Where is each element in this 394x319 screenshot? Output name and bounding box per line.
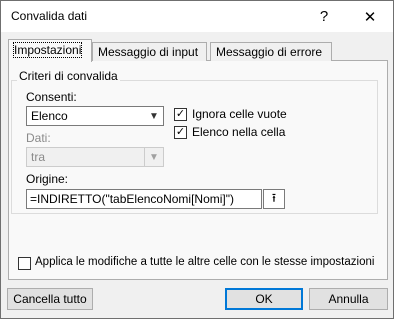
in-cell-dropdown-checkbox[interactable]: ✓ — [174, 126, 187, 139]
clear-all-button[interactable]: Cancella tutto — [7, 288, 93, 310]
cancel-label: Annulla — [328, 292, 369, 306]
allow-select[interactable]: Elenco ▼ — [26, 106, 164, 126]
range-select-icon: ⭱ — [271, 190, 277, 205]
validation-criteria-label: Criteri di convalida — [17, 69, 120, 83]
apply-all-checkbox[interactable] — [18, 257, 31, 270]
ok-label: OK — [255, 292, 273, 306]
chevron-down-icon: ▼ — [149, 110, 159, 122]
tab-input-message-label: Messaggio di input — [98, 45, 199, 59]
data-value: tra — [31, 150, 46, 164]
chevron-down-icon: ▼ — [144, 148, 163, 166]
close-icon: ✕ — [363, 8, 377, 26]
clear-all-label: Cancella tutto — [13, 292, 87, 306]
source-input[interactable]: =INDIRETTO("tabElencoNomi[Nomi]") — [26, 189, 262, 209]
data-validation-dialog: Convalida dati ? ✕ Impostazioni Messaggi… — [0, 0, 394, 319]
ignore-blank-checkbox[interactable]: ✓ — [174, 108, 187, 121]
allow-label: Consenti: — [26, 90, 77, 104]
cancel-button[interactable]: Annulla — [309, 288, 388, 310]
source-label: Origine: — [26, 172, 69, 186]
in-cell-dropdown-label: Elenco nella cella — [192, 125, 286, 139]
dialog-title: Convalida dati — [11, 9, 88, 23]
help-button[interactable]: ? — [301, 1, 347, 32]
apply-all-label: Applica le modifiche a tutte le altre ce… — [35, 256, 375, 268]
close-button[interactable]: ✕ — [347, 1, 393, 32]
allow-value: Elenco — [31, 109, 68, 123]
checkmark-icon: ✓ — [175, 126, 186, 138]
source-value: =INDIRETTO("tabElencoNomi[Nomi]") — [30, 192, 235, 206]
collapse-dialog-button[interactable]: ⭱ — [263, 189, 285, 209]
tab-settings-label: Impostazioni — [12, 42, 83, 58]
checkmark-icon: ✓ — [175, 108, 186, 120]
tab-error-message[interactable]: Messaggio di errore — [210, 42, 332, 61]
ok-button[interactable]: OK — [225, 288, 303, 310]
ignore-blank-label: Ignora celle vuote — [192, 107, 287, 121]
title-bar: Convalida dati ? ✕ — [1, 1, 393, 32]
data-select: tra ▼ — [26, 147, 164, 167]
tab-settings[interactable]: Impostazioni — [8, 39, 92, 62]
data-label: Dati: — [26, 131, 51, 145]
tab-input-message[interactable]: Messaggio di input — [92, 42, 207, 61]
tab-error-message-label: Messaggio di errore — [216, 45, 323, 59]
help-icon: ? — [319, 8, 329, 25]
